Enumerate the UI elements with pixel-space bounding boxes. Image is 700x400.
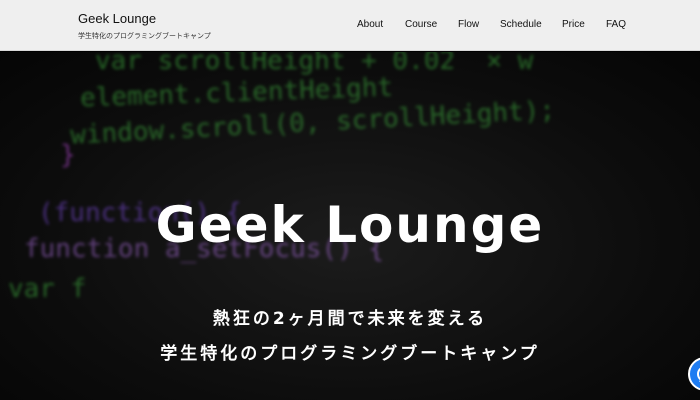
- hero-subtitle-line1: 熱狂の2ヶ月間で未来を変える: [212, 309, 488, 329]
- nav-faq[interactable]: FAQ: [606, 19, 626, 30]
- brand[interactable]: Geek Lounge 学生特化のプログラミングブートキャンプ: [78, 11, 211, 41]
- brand-tagline: 学生特化のプログラミングブートキャンプ: [78, 32, 211, 40]
- hero-subtitle-line2: 学生特化のプログラミングブートキャンプ: [160, 344, 540, 364]
- code-line: var scrollHeight + 0.02 × w: [95, 52, 534, 76]
- nav-flow[interactable]: Flow: [458, 19, 479, 30]
- code-line: var f: [8, 274, 87, 304]
- hero-title: Geek Lounge: [155, 196, 545, 254]
- code-line: }: [60, 140, 76, 170]
- nav-schedule[interactable]: Schedule: [500, 19, 542, 30]
- site-header: Geek Lounge 学生特化のプログラミングブートキャンプ About Co…: [0, 0, 700, 51]
- hero-section: var scrollHeight + 0.02 × w element.clie…: [0, 52, 700, 400]
- nav-course[interactable]: Course: [405, 19, 437, 30]
- chat-bubble-icon: [697, 367, 700, 382]
- nav-about[interactable]: About: [357, 19, 383, 30]
- brand-name[interactable]: Geek Lounge: [78, 11, 211, 26]
- nav-price[interactable]: Price: [562, 19, 585, 30]
